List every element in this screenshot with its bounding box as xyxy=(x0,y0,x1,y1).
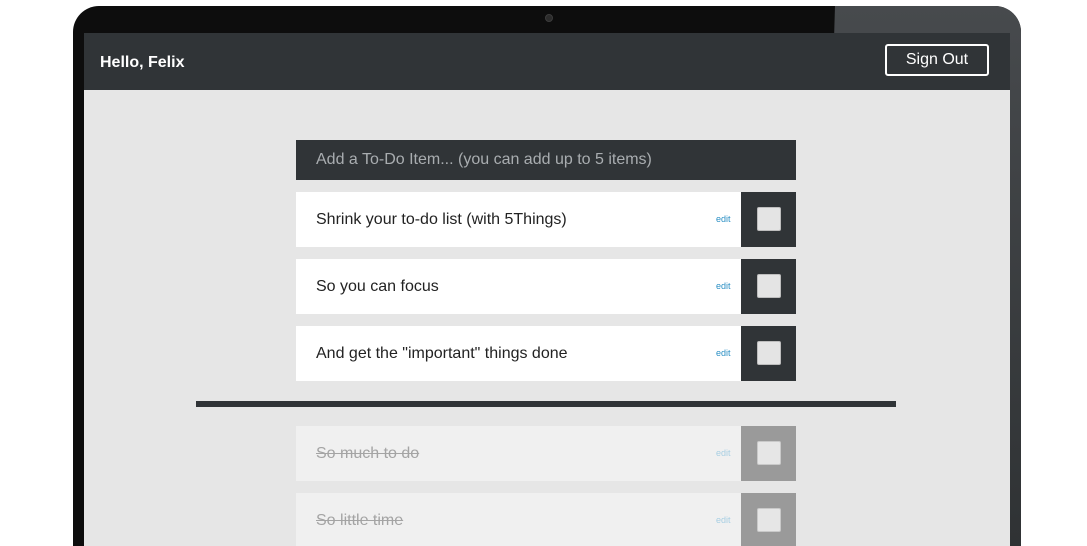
complete-checkbox[interactable] xyxy=(757,508,781,532)
todo-item-text: So much to do xyxy=(316,445,420,462)
checkbox-cell xyxy=(741,326,796,381)
checkbox-cell xyxy=(741,192,796,247)
checkbox-cell xyxy=(741,259,796,314)
laptop-frame: Hello, Felix Sign Out Add a To-Do Item..… xyxy=(73,6,1021,546)
complete-checkbox[interactable] xyxy=(757,274,781,298)
webcam xyxy=(545,14,553,22)
checkbox-cell xyxy=(741,426,796,481)
complete-checkbox[interactable] xyxy=(757,441,781,465)
todo-item-text: And get the "important" things done xyxy=(316,345,568,362)
todo-item-text: So you can focus xyxy=(316,278,439,295)
complete-checkbox[interactable] xyxy=(757,207,781,231)
edit-link[interactable]: edit xyxy=(716,259,731,314)
sign-out-button[interactable]: Sign Out xyxy=(885,44,989,76)
app-screen: Hello, Felix Sign Out Add a To-Do Item..… xyxy=(84,33,1010,546)
completed-divider xyxy=(196,401,896,407)
checkbox-cell xyxy=(741,493,796,546)
completed-todo-item: So little time edit xyxy=(296,493,796,546)
top-bar: Hello, Felix Sign Out xyxy=(84,33,1010,90)
todo-item: And get the "important" things done edit xyxy=(296,326,796,381)
edit-link[interactable]: edit xyxy=(716,493,731,546)
todo-item-text: Shrink your to-do list (with 5Things) xyxy=(316,211,567,228)
greeting-text: Hello, Felix xyxy=(100,54,185,71)
todo-item: So you can focus edit xyxy=(296,259,796,314)
edit-link[interactable]: edit xyxy=(716,326,731,381)
todo-item-text: So little time xyxy=(316,512,404,529)
completed-todo-item: So much to do edit xyxy=(296,426,796,481)
edit-link[interactable]: edit xyxy=(716,426,731,481)
edit-link[interactable]: edit xyxy=(716,192,731,247)
complete-checkbox[interactable] xyxy=(757,341,781,365)
add-todo-input[interactable]: Add a To-Do Item... (you can add up to 5… xyxy=(296,140,796,180)
todo-item: Shrink your to-do list (with 5Things) ed… xyxy=(296,192,796,247)
